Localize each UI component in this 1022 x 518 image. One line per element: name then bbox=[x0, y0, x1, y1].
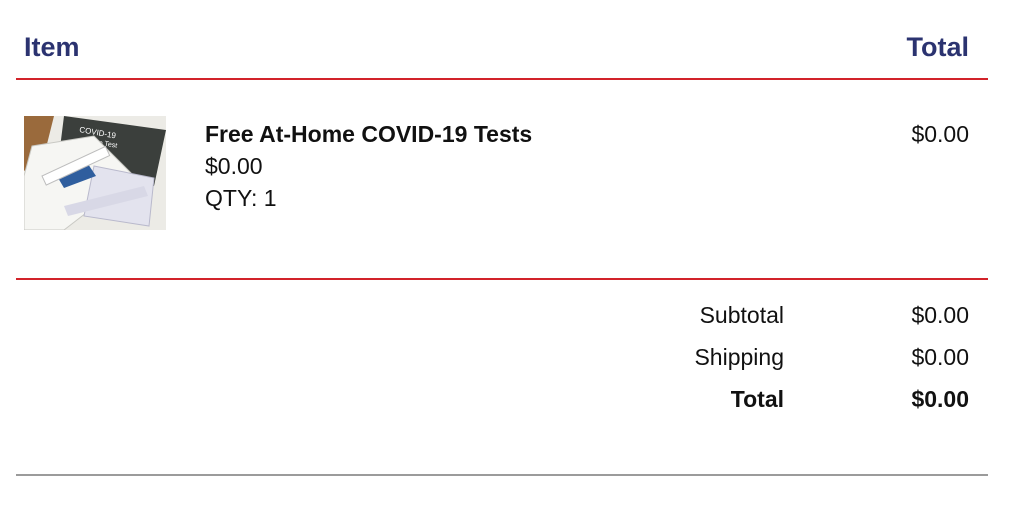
summary-values: $0.00 $0.00 $0.00 bbox=[911, 294, 969, 420]
test-kit-illustration: COVID-19 Home Test bbox=[24, 116, 166, 230]
covid-test-kit-image: COVID-19 Home Test bbox=[24, 116, 166, 230]
header-divider bbox=[16, 78, 988, 80]
subtotal-label: Subtotal bbox=[699, 302, 784, 328]
product-details: Free At-Home COVID-19 Tests $0.00 QTY: 1 bbox=[205, 118, 532, 214]
subtotal-value: $0.00 bbox=[911, 302, 969, 328]
item-column-header: Item bbox=[24, 32, 80, 62]
product-quantity: QTY: 1 bbox=[205, 185, 277, 211]
product-name: Free At-Home COVID-19 Tests bbox=[205, 121, 533, 147]
items-divider bbox=[16, 278, 988, 280]
line-item-total: $0.00 bbox=[911, 121, 969, 147]
product-price: $0.00 bbox=[205, 153, 263, 179]
grand-total-value: $0.00 bbox=[911, 386, 969, 412]
shipping-label: Shipping bbox=[694, 344, 784, 370]
footer-divider bbox=[16, 474, 988, 476]
total-column-header: Total bbox=[906, 32, 970, 62]
shipping-value: $0.00 bbox=[911, 344, 969, 370]
order-summary: Item Total COVID-19 Home Test Free At-Ho… bbox=[0, 0, 1022, 518]
grand-total-label: Total bbox=[730, 386, 784, 412]
summary-labels: Subtotal Shipping Total bbox=[694, 294, 784, 420]
